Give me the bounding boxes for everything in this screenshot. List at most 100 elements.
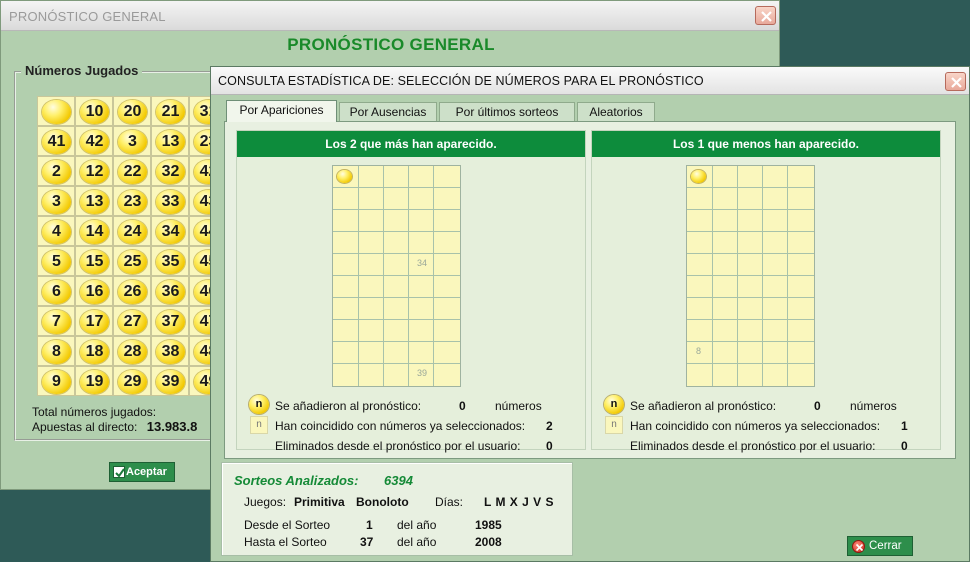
grid-cell[interactable]: 37 [151, 306, 189, 336]
least-appeared-grid: 8 [686, 165, 815, 387]
number-ball: 22 [118, 160, 147, 184]
check-icon [113, 466, 125, 478]
grid-cell[interactable]: 35 [151, 246, 189, 276]
number-ball: 2 [42, 160, 71, 184]
grid-cell[interactable]: 32 [151, 156, 189, 186]
juegos-label: Juegos: [244, 495, 287, 509]
grid-cell[interactable]: 18 [75, 336, 113, 366]
grid-cell[interactable]: 3 [113, 126, 151, 156]
grid-cell[interactable]: 4 [37, 216, 75, 246]
grid-cell[interactable]: 36 [151, 276, 189, 306]
grid-cell[interactable]: 3 [37, 186, 75, 216]
coincided-row: n Han coincidido con números ya seleccio… [237, 416, 587, 434]
grid-cell[interactable]: 21 [151, 96, 189, 126]
close-circle-icon [852, 540, 865, 553]
numbers-grid: 1020213141423132321222324231323334341424… [37, 96, 213, 396]
number-ball: 28 [118, 340, 147, 364]
number-ball: 3 [118, 130, 147, 154]
number-ball: 6 [42, 280, 71, 304]
close-button[interactable]: Cerrar [847, 536, 913, 556]
ghost-number: 8 [696, 346, 702, 356]
tab-por-ultimos-sorteos[interactable]: Por últimos sorteos [439, 102, 575, 122]
number-ball: 24 [118, 220, 147, 244]
grid-cell[interactable]: 38 [151, 336, 189, 366]
grid-cell[interactable]: 12 [75, 156, 113, 186]
grid-cell[interactable]: 23 [113, 186, 151, 216]
desde-num: 1 [366, 518, 373, 532]
hasta-num: 37 [360, 535, 374, 549]
grid-cell[interactable]: 16 [75, 276, 113, 306]
tab-por-ausencias[interactable]: Por Ausencias [339, 102, 437, 122]
most-appeared-header: Los 2 que más han aparecido. [237, 131, 585, 157]
accept-button[interactable]: Aceptar [109, 462, 175, 482]
coincided-label: Han coincidido con números ya selecciona… [630, 419, 881, 433]
grid-cell[interactable]: 15 [75, 246, 113, 276]
grid-cell[interactable]: 13 [151, 126, 189, 156]
grid-cell[interactable]: 28 [113, 336, 151, 366]
number-ball: 3 [42, 190, 71, 214]
apuestas-label: Apuestas al directo: [32, 420, 138, 434]
grid-cell[interactable]: 39 [151, 366, 189, 396]
grid-cell[interactable]: 7 [37, 306, 75, 336]
grid-cell[interactable]: 26 [113, 276, 151, 306]
number-ball: 37 [156, 310, 185, 334]
dias-value: L M X J V S [484, 495, 554, 509]
coincided-value: 2 [546, 419, 553, 433]
hasta-del-ano: del año [397, 535, 437, 549]
grid-cell[interactable] [37, 96, 75, 126]
sorteos-label: Sorteos Analizados: [234, 473, 359, 488]
grid-cell[interactable]: 33 [151, 186, 189, 216]
tab-aleatorios[interactable]: Aleatorios [577, 102, 655, 122]
number-ball: 17 [80, 310, 109, 334]
coincided-label: Han coincidido con números ya selecciona… [275, 419, 526, 433]
number-ball: 4 [42, 220, 71, 244]
grid-cell[interactable]: 34 [151, 216, 189, 246]
number-ball: 39 [156, 370, 185, 394]
consulta-estadistica-window: CONSULTA ESTADÍSTICA DE: SELECCIÓN DE NÚ… [210, 66, 970, 562]
grid-cell[interactable]: 25 [113, 246, 151, 276]
number-ball: 9 [42, 370, 71, 394]
grid-cell[interactable]: 5 [37, 246, 75, 276]
ball-n-icon: n [249, 395, 269, 414]
grid-cell[interactable]: 27 [113, 306, 151, 336]
grid-cell[interactable]: 6 [37, 276, 75, 306]
grid-cell[interactable]: 29 [113, 366, 151, 396]
grid-cell[interactable]: 41 [37, 126, 75, 156]
back-window-close-icon[interactable] [755, 6, 776, 25]
grid-cell[interactable]: 2 [37, 156, 75, 186]
number-ball: 26 [118, 280, 147, 304]
grid-cell[interactable]: 20 [113, 96, 151, 126]
grid-cell[interactable]: 14 [75, 216, 113, 246]
removed-value: 0 [901, 439, 908, 453]
grid-cell[interactable]: 9 [37, 366, 75, 396]
tab-por-apariciones[interactable]: Por Apariciones [226, 100, 337, 122]
number-ball: 13 [156, 130, 185, 154]
number-ball: 25 [118, 250, 147, 274]
removed-row: Eliminados desde el pronóstico por el us… [237, 438, 587, 454]
number-ball: 5 [42, 250, 71, 274]
tab-panel-apariciones: Los 2 que más han aparecido. 34 39 n Se … [224, 121, 956, 459]
desde-label: Desde el Sorteo [244, 518, 331, 532]
number-ball: 12 [80, 160, 109, 184]
number-ball: 18 [80, 340, 109, 364]
ghost-number: 34 [417, 258, 428, 268]
ball-n-icon: n [604, 395, 624, 414]
coincided-row: n Han coincidido con números ya seleccio… [592, 416, 942, 434]
grid-cell[interactable]: 13 [75, 186, 113, 216]
removed-label: Eliminados desde el pronóstico por el us… [275, 439, 521, 453]
apuestas-value: 13.983.8 [146, 419, 198, 434]
totals-area: Total números jugados: Apuestas al direc… [32, 405, 198, 434]
grid-cell[interactable]: 19 [75, 366, 113, 396]
grid-cell[interactable]: 17 [75, 306, 113, 336]
grid-cell[interactable]: 42 [75, 126, 113, 156]
sorteos-info-box: Sorteos Analizados: 6394 Juegos: Primiti… [221, 462, 573, 556]
number-ball: 15 [80, 250, 109, 274]
grid-cell[interactable]: 10 [75, 96, 113, 126]
grid-cell[interactable]: 24 [113, 216, 151, 246]
number-ball: 13 [80, 190, 109, 214]
close-button-label: Cerrar [869, 540, 902, 552]
number-ball: 29 [118, 370, 147, 394]
grid-cell[interactable]: 22 [113, 156, 151, 186]
front-window-close-icon[interactable] [945, 72, 966, 91]
grid-cell[interactable]: 8 [37, 336, 75, 366]
